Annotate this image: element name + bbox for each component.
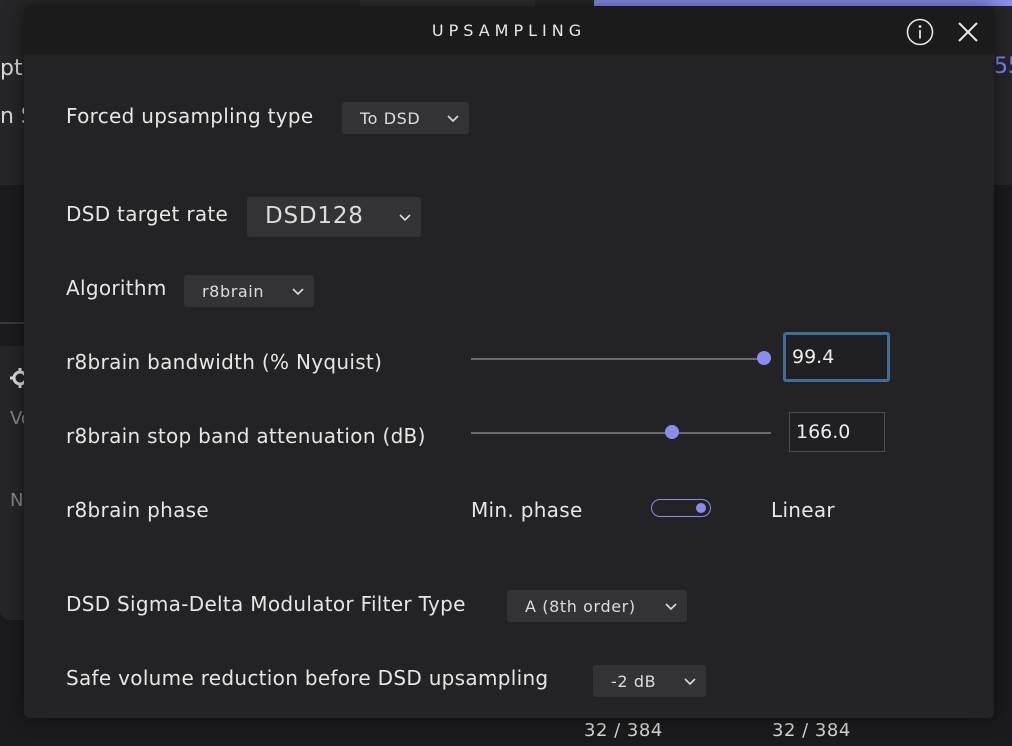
phase-label: r8brain phase [66,498,209,522]
upsampling-dialog: UPSAMPLING Forced upsampling type To DSD… [24,6,994,718]
algorithm-label: Algorithm [66,276,167,300]
bandwidth-slider-thumb[interactable] [757,351,771,365]
phase-toggle-knob [696,503,706,513]
algorithm-dropdown[interactable]: r8brain [184,275,314,307]
forced-upsampling-value: To DSD [360,109,421,128]
forced-upsampling-dropdown[interactable]: To DSD [342,102,469,134]
safe-volume-dropdown[interactable]: -2 dB [593,665,706,697]
chevron-down-icon [447,115,459,123]
safe-volume-value: -2 dB [611,672,657,691]
modulator-filter-label: DSD Sigma-Delta Modulator Filter Type [66,592,466,616]
background-divider [0,322,24,324]
close-icon[interactable] [953,17,983,47]
dsd-target-rate-value: DSD128 [265,203,364,229]
bandwidth-label: r8brain bandwidth (% Nyquist) [66,350,383,374]
bandwidth-slider-track[interactable] [471,358,764,360]
attenuation-slider-track[interactable] [471,432,771,434]
dialog-title: UPSAMPLING [431,21,587,40]
background-text-fragment: 55 [994,54,1012,79]
dsd-target-rate-dropdown[interactable]: DSD128 [247,197,421,237]
background-sample-rate: 32 / 384 [772,720,851,741]
attenuation-input[interactable] [789,412,885,452]
dsd-target-rate-label: DSD target rate [66,202,229,226]
background-sample-rate: 32 / 384 [584,720,663,741]
algorithm-value: r8brain [202,282,265,301]
chevron-down-icon [399,214,411,222]
chevron-down-icon [684,678,696,686]
attenuation-label: r8brain stop band attenuation (dB) [66,424,426,448]
attenuation-slider-thumb[interactable] [665,425,679,439]
bandwidth-input[interactable] [783,332,890,382]
modulator-filter-dropdown[interactable]: A (8th order) [507,590,687,622]
chevron-down-icon [292,288,304,296]
dialog-header: UPSAMPLING [24,6,994,54]
chevron-down-icon [665,603,677,611]
forced-upsampling-label: Forced upsampling type [66,104,314,128]
background-text-fragment: N [10,490,24,511]
safe-volume-label: Safe volume reduction before DSD upsampl… [66,666,549,690]
phase-option-linear: Linear [771,498,835,522]
info-icon[interactable] [905,17,935,47]
phase-option-min: Min. phase [471,498,583,522]
modulator-filter-value: A (8th order) [525,597,636,616]
phase-toggle[interactable] [651,499,711,517]
